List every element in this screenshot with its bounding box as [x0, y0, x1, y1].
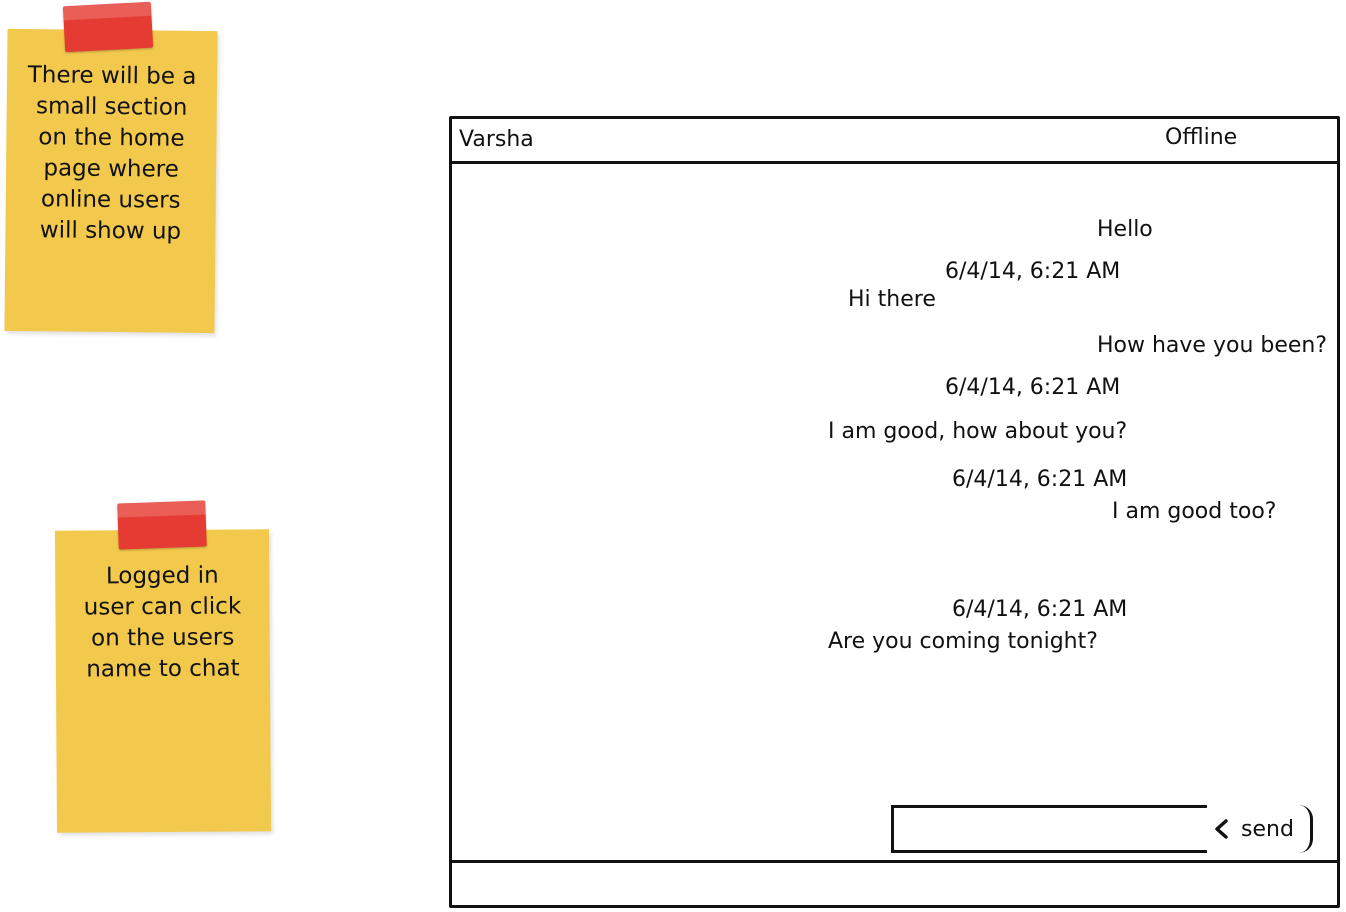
note-line: on the home: [38, 124, 185, 152]
note-line: There will be a: [27, 62, 197, 90]
chat-window: Varsha Offline Hello 6/4/14, 6:21 AM Hi …: [449, 116, 1340, 908]
chevron-left-icon: [1213, 818, 1229, 840]
message-input[interactable]: [891, 805, 1207, 853]
message-text: Hi there: [848, 287, 936, 312]
message-timestamp: 6/4/14, 6:21 AM: [952, 467, 1128, 492]
note-line: small section: [35, 93, 188, 121]
send-label: send: [1241, 816, 1294, 842]
note-line: Logged in: [105, 562, 219, 590]
tape-strip: [117, 500, 207, 550]
status-label: Offline: [1165, 125, 1238, 150]
message-text: I am good too?: [1112, 499, 1277, 524]
message-timestamp: 6/4/14, 6:21 AM: [952, 597, 1128, 622]
chat-header: Varsha Offline: [452, 119, 1337, 164]
sticky-note-click-to-chat: Logged in user can click on the users na…: [54, 529, 272, 833]
message-text: Hello: [1097, 217, 1153, 242]
contact-name[interactable]: Varsha: [459, 127, 534, 152]
send-button[interactable]: send: [1201, 805, 1313, 853]
note-line: online users: [40, 186, 181, 214]
note-line: on the users: [91, 624, 235, 652]
note-line: name to chat: [86, 655, 240, 683]
chat-footer: [452, 860, 1337, 905]
sticky-note-online-users: There will be a small section on the hom…: [4, 28, 218, 334]
message-timestamp: 6/4/14, 6:21 AM: [945, 375, 1121, 400]
message-text: How have you been?: [1097, 333, 1328, 358]
message-composer: send: [891, 805, 1313, 853]
note-line: user can click: [83, 593, 242, 621]
message-text: Are you coming tonight?: [828, 629, 1098, 654]
note-line: will show up: [39, 217, 182, 245]
note-line: page where: [43, 155, 179, 183]
message-text: I am good, how about you?: [828, 419, 1128, 444]
message-timestamp: 6/4/14, 6:21 AM: [945, 259, 1121, 284]
tape-strip: [62, 1, 154, 53]
